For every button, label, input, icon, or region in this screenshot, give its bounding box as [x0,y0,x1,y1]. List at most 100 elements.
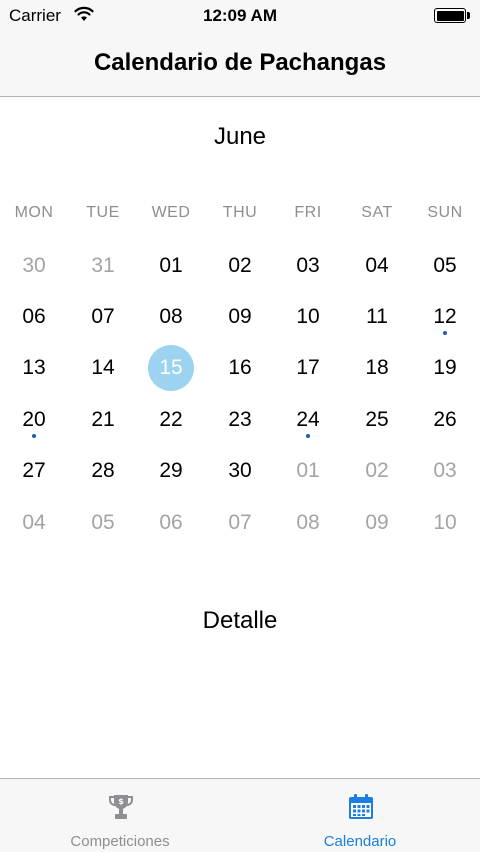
day-cell[interactable]: 04 [343,240,411,291]
day-number: 17 [296,356,320,380]
clock-time: 12:09 AM [202,6,277,25]
day-number: 05 [91,510,115,534]
day-cell[interactable]: 03 [411,446,479,497]
day-number: 21 [91,407,115,431]
day-cell[interactable]: 21 [69,394,137,445]
day-cell[interactable]: 17 [274,343,342,394]
day-cell[interactable]: 18 [343,343,411,394]
status-bar: Carrier 12:09 AM [0,0,480,32]
day-number: 10 [433,510,457,534]
day-number: 07 [91,304,115,328]
day-number: 11 [366,304,388,328]
day-cell[interactable]: 07 [69,291,137,342]
weekday-label: TUE [86,204,120,221]
day-cell[interactable]: 04 [0,497,68,548]
day-number: 27 [22,459,46,483]
page-title: Calendario de Pachangas [93,49,387,76]
day-number: 15 [159,356,183,380]
day-number: 23 [228,407,252,431]
day-cell[interactable]: 08 [274,497,342,548]
day-number: 02 [365,459,389,483]
day-cell[interactable]: 12 [411,291,479,342]
event-dot [306,434,310,439]
day-cell[interactable]: 08 [137,291,205,342]
day-cell[interactable]: 20 [0,394,68,445]
day-number: 03 [296,253,320,277]
day-cell[interactable]: 06 [137,497,205,548]
day-cell[interactable]: 28 [69,446,137,497]
day-cell[interactable]: 14 [69,343,137,394]
weekday-label: MON [14,204,54,221]
day-cell[interactable]: 02 [206,240,274,291]
day-number: 19 [433,356,457,380]
weekday-label: SUN [427,204,463,221]
day-number: 30 [228,459,252,483]
tab-label: Competiciones [70,833,170,850]
tab-competiciones[interactable]: $ Competiciones [0,779,240,852]
day-number: 22 [159,407,183,431]
day-cell[interactable]: 01 [137,240,205,291]
day-number: 04 [365,253,389,277]
app-screen: Carrier 12:09 AM Calendario de Pachangas… [0,0,480,852]
calendar-icon [349,794,373,819]
day-number: 30 [22,253,46,277]
day-number: 04 [22,510,46,534]
day-number: 08 [159,304,183,328]
navigation-bar: Calendario de Pachangas [0,32,480,97]
day-number: 25 [365,407,389,431]
day-cell[interactable]: 29 [137,446,205,497]
day-cell[interactable]: 07 [206,497,274,548]
day-number: 02 [228,253,252,277]
day-cell[interactable]: 11 [343,291,411,342]
month-title: June [213,123,267,150]
svg-text:$: $ [118,797,124,806]
weekday-label: WED [151,204,191,221]
day-number: 26 [433,407,457,431]
day-number: 08 [296,510,320,534]
day-cell[interactable]: 09 [343,497,411,548]
day-cell[interactable]: 27 [0,446,68,497]
day-number: 12 [433,304,457,328]
day-number: 06 [22,304,46,328]
day-number: 24 [296,407,320,431]
day-number: 05 [433,253,457,277]
day-cell[interactable]: 02 [343,446,411,497]
day-cell[interactable]: 10 [274,291,342,342]
day-number: 13 [22,356,46,380]
day-cell[interactable]: 16 [206,343,274,394]
day-number: 14 [91,356,115,380]
day-cell[interactable]: 01 [274,446,342,497]
day-number: 31 [91,253,115,277]
day-cell[interactable]: 13 [0,343,68,394]
day-cell[interactable]: 05 [69,497,137,548]
day-cell[interactable]: 09 [206,291,274,342]
day-cell[interactable]: 22 [137,394,205,445]
day-cell[interactable]: 05 [411,240,479,291]
day-cell[interactable]: 30 [206,446,274,497]
day-cell[interactable]: 19 [411,343,479,394]
day-number: 29 [159,459,183,483]
tab-calendario[interactable]: Calendario [240,779,480,852]
day-number: 09 [365,510,389,534]
trophy-icon: $ [109,795,133,819]
tab-label: Calendario [323,833,397,850]
day-cell[interactable]: 25 [343,394,411,445]
detail-title: Detalle [202,607,278,634]
day-cell[interactable]: 24 [274,394,342,445]
battery-icon [434,8,470,23]
day-cell[interactable]: 10 [411,497,479,548]
event-dot [443,331,447,336]
weekday-label: THU [222,204,258,221]
day-number: 28 [91,459,115,483]
day-number: 06 [159,510,183,534]
day-cell[interactable]: 23 [206,394,274,445]
day-cell[interactable]: 31 [69,240,137,291]
day-cell[interactable]: 03 [274,240,342,291]
weekday-header: MON TUE WED THU FRI SAT SUN [0,204,480,224]
day-cell[interactable]: 30 [0,240,68,291]
day-cell[interactable]: 26 [411,394,479,445]
day-cell-selected[interactable]: 15 [137,343,205,394]
day-number: 01 [159,253,183,277]
day-number: 01 [296,459,320,483]
day-cell[interactable]: 06 [0,291,68,342]
